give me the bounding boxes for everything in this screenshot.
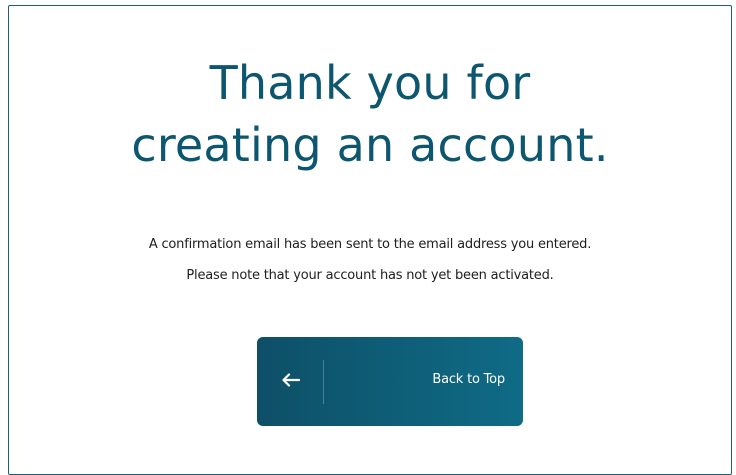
confirmation-panel: Thank you for creating an account. A con… [8,5,732,475]
confirmation-message: A confirmation email has been sent to th… [9,229,731,291]
page-title: Thank you for creating an account. [9,52,731,176]
page-title-line-2: creating an account. [131,118,609,172]
confirmation-message-line-2: Please note that your account has not ye… [186,268,554,283]
confirmation-message-line-1: A confirmation email has been sent to th… [148,237,592,252]
back-to-top-label: Back to Top [432,372,505,387]
arrow-left-icon [279,365,303,395]
button-divider [323,360,324,404]
back-to-top-button[interactable]: Back to Top [257,337,523,426]
page-title-line-1: Thank you for [209,56,531,110]
